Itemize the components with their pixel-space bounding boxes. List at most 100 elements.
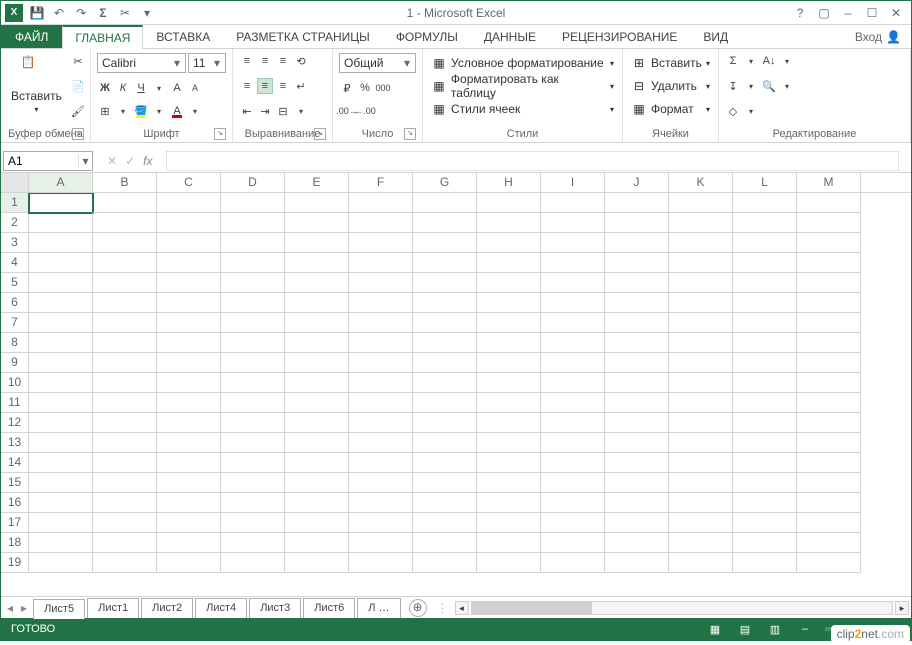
cell[interactable]: [29, 553, 93, 573]
cell[interactable]: [349, 333, 413, 353]
cell[interactable]: [157, 253, 221, 273]
sheet-tab[interactable]: Лист4: [195, 598, 247, 618]
cell[interactable]: [349, 193, 413, 213]
cell[interactable]: [669, 293, 733, 313]
cell[interactable]: [29, 293, 93, 313]
cell[interactable]: [477, 213, 541, 233]
format-painter-button[interactable]: 🖌: [70, 103, 86, 119]
cell[interactable]: [157, 473, 221, 493]
cell[interactable]: [93, 293, 157, 313]
cell[interactable]: [541, 413, 605, 433]
cell[interactable]: [797, 193, 861, 213]
scroll-track[interactable]: [471, 601, 893, 615]
cell[interactable]: [29, 273, 93, 293]
cell[interactable]: [221, 253, 285, 273]
column-header[interactable]: F: [349, 173, 413, 192]
cell[interactable]: [605, 333, 669, 353]
undo-icon[interactable]: ↶: [51, 5, 67, 21]
cell[interactable]: [349, 293, 413, 313]
cell[interactable]: [349, 393, 413, 413]
horizontal-scrollbar[interactable]: ◂ ▸: [453, 597, 911, 618]
cell[interactable]: [413, 373, 477, 393]
cell[interactable]: [733, 493, 797, 513]
cell[interactable]: [605, 453, 669, 473]
cell[interactable]: [413, 273, 477, 293]
cell[interactable]: [541, 373, 605, 393]
cell[interactable]: [93, 193, 157, 213]
cell[interactable]: [605, 293, 669, 313]
cell[interactable]: [93, 493, 157, 513]
cell[interactable]: [93, 473, 157, 493]
find-button[interactable]: 🔍: [761, 78, 777, 94]
cell[interactable]: [285, 273, 349, 293]
increase-indent-button[interactable]: ⇥: [257, 103, 273, 119]
autosum-dropdown[interactable]: ▾: [743, 53, 759, 69]
cell[interactable]: [541, 233, 605, 253]
cell[interactable]: [157, 553, 221, 573]
column-header[interactable]: M: [797, 173, 861, 192]
cell[interactable]: [221, 293, 285, 313]
font-name-combo[interactable]: Calibri▾: [97, 53, 186, 73]
cancel-formula-button[interactable]: ✕: [107, 154, 117, 168]
cell[interactable]: [477, 333, 541, 353]
tab-insert[interactable]: ВСТАВКА: [143, 25, 223, 48]
cell[interactable]: [285, 313, 349, 333]
column-header[interactable]: G: [413, 173, 477, 192]
increase-decimal-button[interactable]: .00→: [339, 103, 355, 119]
cell[interactable]: [669, 433, 733, 453]
cell[interactable]: [29, 533, 93, 553]
cell[interactable]: [285, 213, 349, 233]
cell[interactable]: [157, 273, 221, 293]
cell[interactable]: [605, 213, 669, 233]
cell[interactable]: [413, 493, 477, 513]
cell[interactable]: [413, 293, 477, 313]
cell[interactable]: [733, 293, 797, 313]
chevron-down-icon[interactable]: ▾: [211, 56, 223, 70]
cell[interactable]: [221, 213, 285, 233]
cell[interactable]: [541, 253, 605, 273]
cell[interactable]: [157, 513, 221, 533]
column-header[interactable]: I: [541, 173, 605, 192]
cell[interactable]: [797, 313, 861, 333]
cell[interactable]: [797, 293, 861, 313]
cell[interactable]: [605, 553, 669, 573]
save-icon[interactable]: 💾: [29, 5, 45, 21]
cell[interactable]: [733, 193, 797, 213]
fill-button[interactable]: ↧: [725, 78, 741, 94]
cell[interactable]: [541, 493, 605, 513]
cell[interactable]: [413, 233, 477, 253]
scroll-right-button[interactable]: ▸: [895, 601, 909, 615]
clipboard-dialog-launcher[interactable]: ↘: [72, 128, 84, 140]
cell[interactable]: [93, 213, 157, 233]
page-break-view-button[interactable]: ▥: [765, 621, 785, 637]
cell[interactable]: [413, 353, 477, 373]
cell[interactable]: [797, 253, 861, 273]
cell[interactable]: [733, 433, 797, 453]
sheet-tab[interactable]: Лист6: [303, 598, 355, 618]
cell[interactable]: [93, 513, 157, 533]
cell[interactable]: [797, 553, 861, 573]
cell[interactable]: [157, 453, 221, 473]
cell[interactable]: [349, 473, 413, 493]
cell[interactable]: [93, 273, 157, 293]
row-header[interactable]: 10: [1, 373, 29, 393]
cell[interactable]: [221, 533, 285, 553]
cell[interactable]: [29, 453, 93, 473]
percent-button[interactable]: %: [357, 80, 373, 96]
row-header[interactable]: 8: [1, 333, 29, 353]
cell[interactable]: [797, 433, 861, 453]
cell[interactable]: [221, 373, 285, 393]
cell[interactable]: [93, 453, 157, 473]
cell[interactable]: [285, 293, 349, 313]
cell[interactable]: [669, 353, 733, 373]
cell[interactable]: [733, 213, 797, 233]
cell[interactable]: [93, 553, 157, 573]
format-cells-button[interactable]: ▦Формат▾: [629, 99, 712, 119]
cell[interactable]: [93, 533, 157, 553]
cell[interactable]: [349, 413, 413, 433]
cell[interactable]: [733, 553, 797, 573]
cell[interactable]: [413, 253, 477, 273]
cell[interactable]: [797, 373, 861, 393]
cell[interactable]: [797, 353, 861, 373]
grow-font-button[interactable]: A: [169, 80, 185, 96]
